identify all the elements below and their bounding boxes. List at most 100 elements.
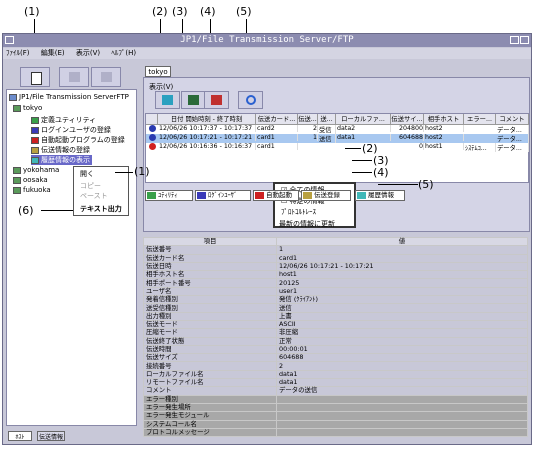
tree-item-utility[interactable]: 定義ユティリティ <box>31 115 96 125</box>
bottom-tab-history[interactable]: 履歴情報 <box>355 190 405 201</box>
tab-host[interactable]: ﾎｽﾄ <box>8 431 32 441</box>
grid-header-date[interactable]: 日付 開始時刻 - 終了時刻 <box>158 114 256 125</box>
detail-value: 00:00:01 <box>276 344 528 355</box>
tree-node-fukuoka[interactable]: fukuoka <box>13 186 51 194</box>
table-row[interactable]: 12/06/26 10:16:36 - 10:16:37 card1 0 hos… <box>146 143 529 152</box>
table-row[interactable]: 伝送サイズ 604688 <box>143 353 528 363</box>
table-row[interactable]: 伝送時間 00:00:01 <box>143 344 528 355</box>
bottom-tab-transmission[interactable]: 伝送登録 <box>301 190 351 201</box>
menu-item-text-output[interactable]: テキスト出力 <box>80 204 122 214</box>
grid-header-error[interactable]: エラー... <box>464 114 496 125</box>
table-row[interactable]: 伝送モード ASCII <box>143 319 528 330</box>
title-bar: JP1/File Transmission Server/FTP <box>3 34 531 47</box>
specific-info-button[interactable] <box>181 91 206 109</box>
detail-value: host1 <box>276 270 528 280</box>
table-row[interactable]: 送受信種別 送信 <box>143 303 528 313</box>
tree-item-autostart[interactable]: 自動起動プログラムの登録 <box>31 135 125 145</box>
tree-node-tokyo[interactable]: tokyo <box>13 104 42 112</box>
grid-header-local-file[interactable]: ローカルファ... <box>336 114 391 125</box>
tree-item-history[interactable]: 履歴情報の表示 <box>31 155 92 165</box>
tab-tokyo[interactable]: tokyo <box>145 66 171 77</box>
protocol-trace-button[interactable] <box>204 91 229 109</box>
table-row[interactable]: 接続番号 2 <box>143 361 528 371</box>
utility-icon <box>31 116 39 124</box>
cell-remote-host: host1 <box>424 143 464 150</box>
detail-value: ASCII <box>276 319 528 330</box>
tab-transmission-info[interactable]: 伝送情報 <box>37 431 65 441</box>
host-icon <box>13 166 21 174</box>
grid-header-type[interactable]: 送... <box>318 114 336 125</box>
copy-icon <box>69 72 80 82</box>
tree-root[interactable]: JP1/File Transmission ServerFTP <box>9 93 129 101</box>
menu-item-protocol-trace[interactable]: ﾌﾟﾛﾄｺﾙﾄﾚｰｽ <box>281 207 316 217</box>
window-title: JP1/File Transmission Server/FTP <box>180 35 354 45</box>
menu-item-refresh[interactable]: 最新の情報に更新 <box>279 219 335 229</box>
table-row[interactable]: ユーザ名 user1 <box>143 286 528 297</box>
copy-tool-button[interactable] <box>59 67 89 87</box>
detail-value <box>276 402 528 413</box>
table-row[interactable]: 発着信種別 発信 (ｸﾗｲｱﾝﾄ) <box>143 295 528 305</box>
refresh-button[interactable] <box>238 91 263 109</box>
transfer-status-icon <box>148 125 157 133</box>
tree-item-transmission[interactable]: 伝送情報の登録 <box>31 145 90 155</box>
table-row[interactable]: 伝送日時 12/06/26 10:17:21 - 10:17:21 <box>143 261 528 272</box>
all-info-button[interactable] <box>155 91 180 109</box>
host-tree-panel: JP1/File Transmission ServerFTP tokyo 定義… <box>6 89 137 426</box>
detail-value <box>276 411 528 421</box>
detail-value: data1 <box>276 369 528 380</box>
bottom-tab-utility[interactable]: ﾕﾃｨﾘﾃｨ <box>145 190 193 201</box>
menu-item-copy[interactable]: コピー <box>80 181 101 191</box>
detail-key: 発着信種別 <box>143 295 277 305</box>
detail-value <box>276 394 528 404</box>
table-row[interactable]: 12/06/26 10:17:37 - 10:17:37 card2 2 受信 … <box>146 125 529 134</box>
tree-item-label: ログインユーザの登録 <box>41 126 111 134</box>
menu-view[interactable]: 表示(V) <box>76 49 100 57</box>
cell-size: 0 <box>391 143 424 150</box>
table-row[interactable]: 相手ホスト名 host1 <box>143 270 528 280</box>
menu-item-paste[interactable]: ペースト <box>80 191 108 201</box>
table-row[interactable]: コメント データの送信 <box>143 386 528 396</box>
open-tool-button[interactable] <box>20 67 50 87</box>
table-row[interactable]: 伝送終了状態 正常 <box>143 336 528 346</box>
tree-item-label: 自動起動プログラムの登録 <box>41 136 125 144</box>
callout-5-right: (5) <box>418 178 434 191</box>
cell-card: card1 <box>256 134 298 141</box>
grid-header-card[interactable]: 伝送カード... <box>256 114 298 125</box>
grid-header-no[interactable]: 伝送... <box>298 114 318 125</box>
table-row[interactable]: エラー種別 <box>143 394 528 404</box>
grid-header-comment[interactable]: コメント <box>496 114 529 125</box>
table-row[interactable]: 12/06/26 10:17:21 - 10:17:21 card1 1 送信 … <box>146 134 529 143</box>
bottom-tab-autostart[interactable]: 自動起動 <box>253 190 299 201</box>
detail-value: 604688 <box>276 353 528 363</box>
table-row[interactable]: リモートファイル名 data1 <box>143 378 528 388</box>
bottom-tab-transmission-label: 伝送登録 <box>314 191 340 199</box>
menu-file[interactable]: ﾌｧｲﾙ(F) <box>6 49 30 57</box>
table-row[interactable]: エラー発生モジュール <box>143 411 528 421</box>
menu-edit[interactable]: 編集(E) <box>41 49 65 57</box>
minimize-icon[interactable] <box>510 36 519 44</box>
grid-header-remote-host[interactable]: 相手ホスト <box>424 114 464 125</box>
cell-card: card2 <box>256 125 298 132</box>
paste-tool-button[interactable] <box>91 67 121 87</box>
cell-no: 1 <box>298 134 318 141</box>
system-menu-icon[interactable] <box>5 36 14 44</box>
grid-header-size[interactable]: 伝送サイ... <box>391 114 424 125</box>
maximize-icon[interactable] <box>520 36 529 44</box>
table-row[interactable]: 相手ポート番号 20125 <box>143 278 528 288</box>
detail-key: 伝送サイズ <box>143 353 277 363</box>
bottom-tab-login-user[interactable]: ﾛｸﾞｲﾝﾕｰｻﾞ <box>195 190 251 201</box>
table-row[interactable]: 伝送番号 1 <box>143 245 528 255</box>
cell-local-file: data2 <box>336 125 391 132</box>
all-info-icon <box>162 95 173 105</box>
tree-item-login-user[interactable]: ログインユーザの登録 <box>31 125 111 135</box>
tree-node-oosaka[interactable]: oosaka <box>13 176 48 184</box>
detail-value <box>276 419 528 429</box>
menu-help[interactable]: ﾍﾙﾌﾟ(H) <box>111 49 136 57</box>
table-row[interactable]: プロトコルメッセージ <box>143 427 528 438</box>
tree-context-menu: 開く コピー ペースト テキスト出力 <box>73 166 129 216</box>
table-row[interactable]: 圧縮モード 非圧縮 <box>143 328 528 338</box>
table-row[interactable]: 出力種別 上書 <box>143 311 528 321</box>
cell-date: 12/06/26 10:17:37 - 10:17:37 <box>158 125 256 132</box>
tree-node-yokohama[interactable]: yokohama <box>13 166 59 174</box>
menu-item-open[interactable]: 開く <box>80 169 94 179</box>
